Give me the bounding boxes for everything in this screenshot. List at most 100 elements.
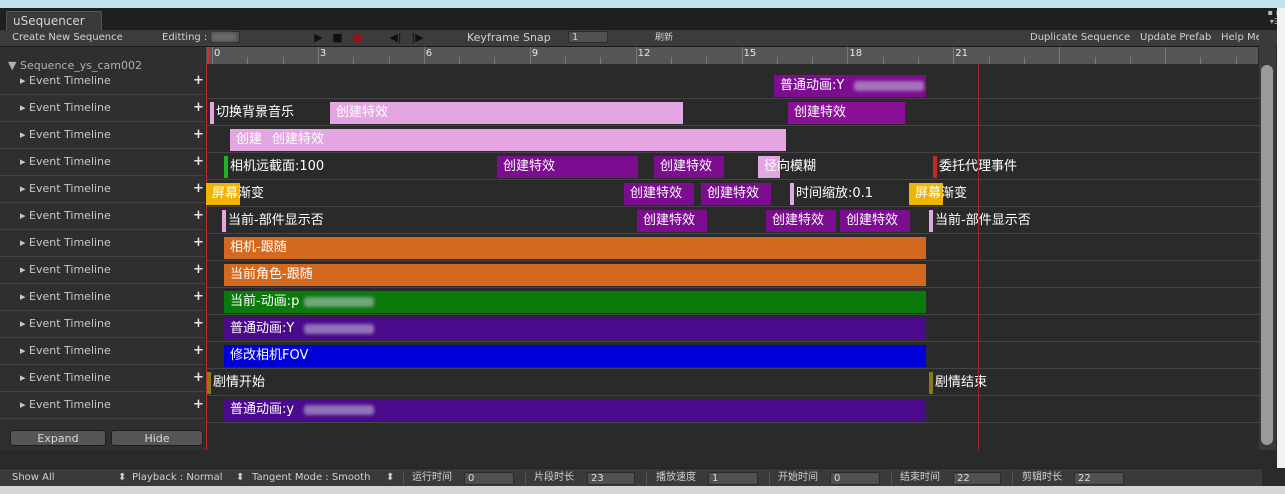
- start-time-field[interactable]: 0: [830, 472, 880, 485]
- timeline-row-label[interactable]: ▸ Event Timeline: [20, 101, 111, 115]
- event-marker[interactable]: [210, 102, 214, 124]
- event-block[interactable]: 屏幕渐变: [909, 183, 967, 205]
- event-block[interactable]: 创建: [230, 129, 266, 151]
- event-block[interactable]: 屏幕渐变: [206, 183, 264, 205]
- ruler-tick: [1165, 47, 1167, 64]
- event-block[interactable]: 当前角色-跟随: [224, 264, 926, 286]
- event-block[interactable]: 相机-跟随: [224, 237, 926, 259]
- play-icon[interactable]: ▶: [311, 30, 326, 46]
- play-speed-field[interactable]: 1: [708, 472, 758, 485]
- event-block[interactable]: 径向模糊: [758, 156, 816, 178]
- add-event-icon[interactable]: +: [193, 317, 204, 331]
- time-ruler[interactable]: 0 3 6 9 12 15 18 21: [206, 47, 1258, 64]
- ruler-tick: [459, 57, 461, 64]
- add-event-icon[interactable]: +: [193, 290, 204, 304]
- timeline-row-label[interactable]: ▸ Event Timeline: [20, 290, 111, 304]
- title-strip: [0, 0, 1285, 8]
- add-event-icon[interactable]: +: [193, 344, 204, 358]
- sequence-name[interactable]: ▼ Sequence_ys_cam002: [8, 60, 142, 72]
- event-block[interactable]: 创建特效: [788, 102, 905, 124]
- previous-keyframe-icon[interactable]: ◀|: [388, 30, 403, 46]
- event-block[interactable]: 创建特效: [840, 210, 910, 232]
- end-time-field[interactable]: 22: [953, 472, 1001, 485]
- row-divider: [0, 418, 205, 419]
- add-event-icon[interactable]: +: [193, 209, 204, 223]
- event-marker[interactable]: [224, 156, 228, 178]
- event-block[interactable]: 创建特效: [330, 102, 683, 124]
- timeline-row-divider: [206, 314, 1285, 315]
- add-event-icon[interactable]: +: [193, 263, 204, 277]
- timeline-row-label[interactable]: ▸ Event Timeline: [20, 371, 111, 385]
- event-marker[interactable]: [207, 372, 211, 394]
- event-block[interactable]: 创建特效: [497, 156, 638, 178]
- event-marker[interactable]: [929, 372, 933, 394]
- record-icon[interactable]: ●: [350, 30, 365, 46]
- keyframe-snap-field[interactable]: 1: [568, 31, 608, 43]
- event-block[interactable]: 创建特效: [701, 183, 771, 205]
- background-taskbar-strip: [0, 486, 1285, 494]
- add-event-icon[interactable]: +: [193, 182, 204, 196]
- timeline-area[interactable]: 普通动画:Y 切换背景音乐 创建特效 创建特效 创建 创建特效 相机远截面:100 创建特效创…: [206, 64, 1285, 450]
- timeline-row-label[interactable]: ▸ Event Timeline: [20, 344, 111, 358]
- cut-length-field[interactable]: 22: [1074, 472, 1124, 485]
- timeline-row-label[interactable]: ▸ Event Timeline: [20, 263, 111, 277]
- ruler-tick: [918, 57, 919, 64]
- event-block[interactable]: 创建特效: [766, 210, 836, 232]
- add-event-icon[interactable]: +: [193, 128, 204, 142]
- timeline-row-label[interactable]: ▸ Event Timeline: [20, 317, 111, 331]
- add-event-icon[interactable]: +: [193, 155, 204, 169]
- playback-dropdown[interactable]: Playback : Normal: [132, 469, 223, 487]
- row-divider: [0, 310, 205, 311]
- add-event-icon[interactable]: +: [193, 74, 204, 88]
- timeline-row-label[interactable]: ▸ Event Timeline: [20, 398, 111, 412]
- show-all-dropdown[interactable]: Show All: [12, 469, 55, 487]
- add-event-icon[interactable]: +: [193, 236, 204, 250]
- row-divider: [0, 148, 205, 149]
- ruler-tick: [565, 57, 566, 64]
- tab-usequencer[interactable]: uSequencer: [6, 11, 102, 30]
- ruler-tick: [247, 57, 249, 64]
- hide-button[interactable]: Hide: [111, 430, 203, 446]
- update-prefab-button[interactable]: Update Prefab: [1140, 30, 1211, 46]
- timeline-row-label[interactable]: ▸ Event Timeline: [20, 74, 111, 88]
- event-marker[interactable]: [929, 210, 933, 232]
- next-keyframe-icon[interactable]: |▶: [410, 30, 425, 46]
- blurred-event-text: [304, 324, 374, 334]
- editing-label: Editting :: [162, 32, 208, 43]
- timeline-row-label[interactable]: ▸ Event Timeline: [20, 155, 111, 169]
- ruler-tick: [1235, 57, 1237, 64]
- playhead-marker[interactable]: [207, 47, 209, 64]
- event-marker[interactable]: [790, 183, 794, 205]
- timeline-row-divider: [206, 341, 1285, 342]
- ruler-tick: [988, 57, 990, 64]
- run-time-field[interactable]: 0: [464, 472, 514, 485]
- event-block[interactable]: 创建特效: [637, 210, 707, 232]
- add-event-icon[interactable]: +: [193, 101, 204, 115]
- stop-icon[interactable]: ■: [330, 30, 345, 46]
- scrollbar-thumb[interactable]: [1261, 65, 1273, 445]
- blurred-sequence-name: [212, 33, 236, 41]
- event-block[interactable]: 创建特效: [654, 156, 724, 178]
- event-marker[interactable]: [222, 210, 226, 232]
- event-block[interactable]: 创建特效: [624, 183, 694, 205]
- timeline-row-divider: [206, 260, 1285, 261]
- row-divider: [0, 94, 205, 95]
- timeline-row-label[interactable]: ▸ Event Timeline: [20, 182, 111, 196]
- duplicate-sequence-button[interactable]: Duplicate Sequence: [1030, 30, 1130, 46]
- event-block[interactable]: 修改相机FOV: [224, 345, 926, 367]
- tangent-mode-dropdown[interactable]: Tangent Mode : Smooth: [252, 469, 370, 487]
- add-event-icon[interactable]: +: [193, 398, 204, 412]
- event-label: 切换背景音乐: [216, 105, 295, 120]
- refresh-button[interactable]: 刷新: [655, 30, 673, 46]
- clip-length-field[interactable]: 23: [587, 472, 635, 485]
- timeline-row-label[interactable]: ▸ Event Timeline: [20, 128, 111, 142]
- playback-arrow-icon: ⬍: [236, 472, 245, 483]
- expand-button[interactable]: Expand: [10, 430, 106, 446]
- event-marker[interactable]: [933, 156, 937, 178]
- timeline-row-label[interactable]: ▸ Event Timeline: [20, 209, 111, 223]
- ruler-tick-label: 18: [849, 48, 863, 59]
- event-block[interactable]: 创建特效: [266, 129, 786, 151]
- timeline-row-label[interactable]: ▸ Event Timeline: [20, 236, 111, 250]
- add-event-icon[interactable]: +: [193, 371, 204, 385]
- create-new-sequence-button[interactable]: Create New Sequence: [12, 30, 123, 46]
